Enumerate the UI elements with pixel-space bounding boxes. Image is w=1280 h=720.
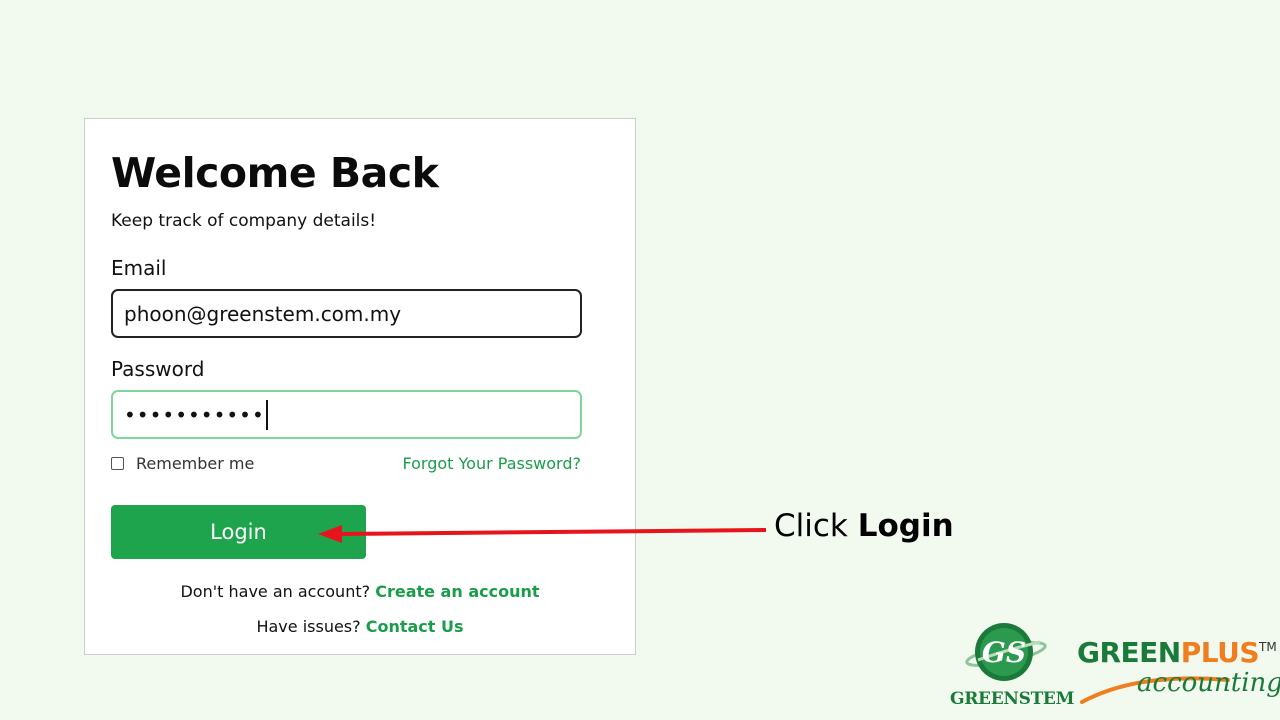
greenplus-subtitle: accounting (1137, 668, 1280, 698)
trademark-mark: TM (1259, 640, 1277, 654)
greenstem-name: GREENSTEM (950, 689, 1075, 709)
instruction-target: Login (857, 508, 954, 544)
slide: Welcome Back Keep track of company detai… (0, 0, 1280, 720)
instruction-callout: Click Login (774, 508, 954, 544)
arrow-head-icon (318, 525, 342, 543)
pointer-arrow (318, 525, 767, 543)
instruction-prefix: Click (774, 508, 848, 544)
greenstem-mark: GS (982, 636, 1026, 669)
arrow-shaft (339, 528, 767, 536)
